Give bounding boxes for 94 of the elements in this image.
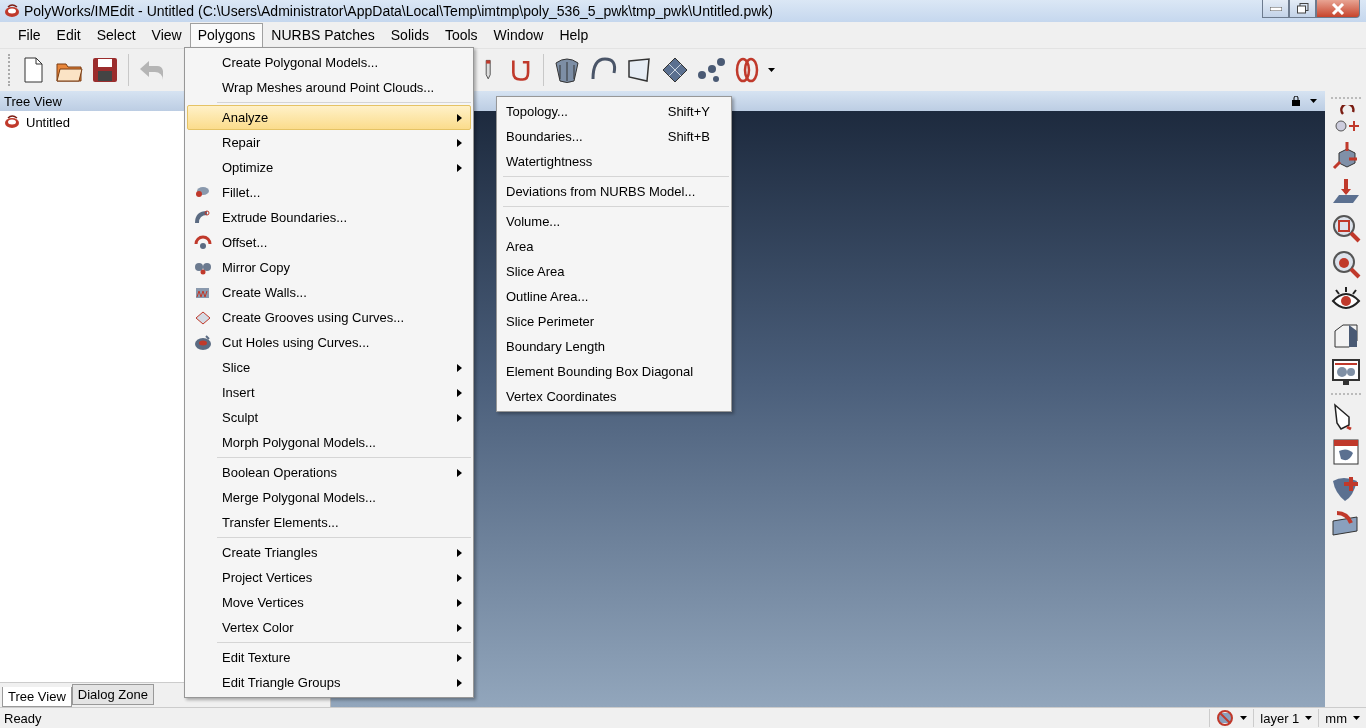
submenu-arrow-icon [457, 623, 462, 632]
minimize-button[interactable] [1262, 0, 1289, 18]
menu-item[interactable]: Element Bounding Box Diagonal [499, 359, 729, 384]
menu-item[interactable]: Edit Texture [187, 645, 471, 670]
menu-item[interactable]: Project Vertices [187, 565, 471, 590]
caret-icon[interactable] [1353, 716, 1360, 720]
submenu-arrow-icon [457, 138, 462, 147]
minimize-icon [1269, 6, 1282, 11]
tool-icon [194, 233, 212, 252]
close-icon [1331, 2, 1345, 15]
pane-title: Tree View [4, 93, 62, 109]
menu-item[interactable]: Extrude Boundaries... [187, 205, 471, 230]
menu-item[interactable]: Create Triangles [187, 540, 471, 565]
menu-item[interactable]: Cut Holes using Curves... [187, 330, 471, 355]
tab[interactable]: Tree View [2, 687, 72, 707]
menu-item[interactable]: Area [499, 234, 729, 259]
window-shape-icon[interactable] [1330, 437, 1361, 467]
submenu-arrow-icon [457, 598, 462, 607]
menu-item[interactable]: Slice Perimeter [499, 309, 729, 334]
layer-dropdown[interactable]: layer 1 [1260, 710, 1300, 726]
menu-item[interactable]: Fillet... [187, 180, 471, 205]
menu-item[interactable]: Create Grooves using Curves... [187, 305, 471, 330]
tab[interactable]: Dialog Zone [71, 684, 154, 705]
menu-item[interactable]: Volume... [499, 209, 729, 234]
tool-icon [194, 333, 212, 352]
menu-item[interactable]: Move Vertices [187, 590, 471, 615]
restore-icon [1296, 3, 1309, 14]
menu-item[interactable]: Help [551, 22, 597, 48]
menu-item[interactable]: Repair [187, 130, 471, 155]
submenu-arrow-icon [457, 653, 462, 662]
close-button[interactable] [1316, 0, 1360, 18]
submenu-arrow-icon [457, 468, 462, 477]
status-text: Ready [4, 710, 43, 726]
menu-item[interactable]: Outline Area... [499, 284, 729, 309]
monitor-gears-icon[interactable] [1330, 357, 1361, 387]
menu-item[interactable]: Boolean Operations [187, 460, 471, 485]
menu-item[interactable]: Analyze [187, 105, 471, 130]
menu-item[interactable]: Tools [436, 22, 486, 48]
menu-item[interactable]: Polygons [189, 23, 264, 47]
submenu-arrow-icon [457, 113, 462, 122]
menu-item[interactable]: Deviations from NURBS Model... [499, 179, 729, 204]
restore-button[interactable] [1289, 0, 1316, 18]
menu-item[interactable]: NURBS Patches [263, 22, 383, 48]
menu-item[interactable]: Optimize [187, 155, 471, 180]
menu-item[interactable]: Slice [187, 355, 471, 380]
points-icon[interactable] [696, 55, 726, 85]
menu-item[interactable]: Insert [187, 380, 471, 405]
menu-item[interactable]: Select [88, 22, 144, 48]
menu-item[interactable]: Merge Polygonal Models... [187, 485, 471, 510]
menu-item[interactable]: Vertex Coordinates [499, 384, 729, 409]
submenu-arrow-icon [457, 413, 462, 422]
menu-item[interactable]: Slice Area [499, 259, 729, 284]
menu-item[interactable]: File [10, 22, 49, 48]
lock-icon[interactable] [1292, 96, 1300, 106]
caret-icon[interactable] [1305, 716, 1313, 720]
caret-icon[interactable] [768, 68, 775, 72]
menu-item[interactable]: Create Polygonal Models... [187, 50, 471, 75]
save-icon[interactable] [90, 55, 120, 85]
zoom-object-icon[interactable] [1330, 249, 1361, 279]
transfer-plane-icon[interactable] [1330, 509, 1361, 539]
caret-icon[interactable] [1310, 99, 1317, 103]
grid-diamond-icon[interactable] [660, 55, 690, 85]
zoom-window-icon[interactable] [1330, 213, 1361, 243]
submenu-arrow-icon [457, 163, 462, 172]
submenu-arrow-icon [457, 388, 462, 397]
menu-item[interactable]: Sculpt [187, 405, 471, 430]
menu-item[interactable]: Vertex Color [187, 615, 471, 640]
menu-item[interactable]: View [143, 22, 190, 48]
menu-item[interactable]: Morph Polygonal Models... [187, 430, 471, 455]
menu-item[interactable]: Window [485, 22, 552, 48]
app-logo-icon [4, 4, 20, 18]
window-title: PolyWorks/IMEdit - Untitled (C:\Users\Administrator\AppData\Local\Temp\imtmp\poly_536_5_pwk\tmp_pwk\Untitled.pwk) [24, 3, 775, 19]
menu-item[interactable]: Watertightness [499, 149, 729, 174]
menu-item[interactable]: Create Walls... [187, 280, 471, 305]
menu-item[interactable]: Edit [48, 22, 89, 48]
submenu-arrow-icon [457, 363, 462, 372]
submenu-arrow-icon [457, 573, 462, 582]
unit-dropdown[interactable]: mm [1325, 710, 1347, 726]
menu-item[interactable]: Transfer Elements... [187, 510, 471, 535]
menu-item[interactable]: Solids [382, 22, 437, 48]
menu-item[interactable]: Edit Triangle Groups [187, 670, 471, 695]
mesh-surface-icon[interactable] [552, 55, 582, 85]
tree-item[interactable]: Untitled [26, 114, 71, 130]
menu-item[interactable]: Topology... Shift+Y [499, 99, 729, 124]
app-logo-icon [4, 115, 20, 129]
menu-item[interactable]: Boundaries... Shift+B [499, 124, 729, 149]
caret-icon[interactable] [1240, 716, 1248, 720]
no-display-icon[interactable] [1216, 710, 1235, 726]
menu-item[interactable]: Mirror Copy [187, 255, 471, 280]
submenu-arrow-icon [457, 548, 462, 557]
submenu-arrow-icon [457, 678, 462, 687]
menu-item[interactable]: Offset... [187, 230, 471, 255]
menu-item[interactable]: Boundary Length [499, 334, 729, 359]
menu-item[interactable]: Wrap Meshes around Point Clouds... [187, 75, 471, 100]
